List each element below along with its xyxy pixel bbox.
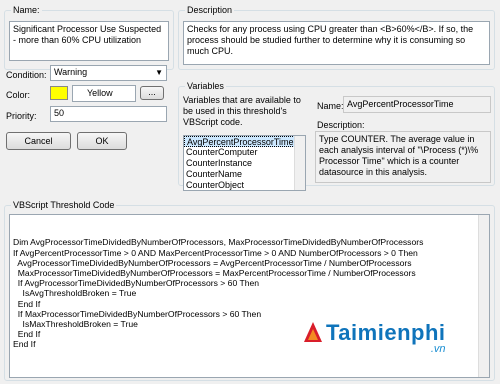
variable-description-field[interactable]: Type COUNTER. The average value in each … [315,131,491,183]
code-line: AvgProcessorTimeDividedByNumberOfProcess… [13,257,412,268]
variables-list[interactable]: AvgPercentProcessorTime CounterComputer Co… [183,135,306,191]
variable-list-item[interactable]: CounterInstance [184,158,305,169]
name-label: Name: [11,5,42,15]
priority-label: Priority: [6,111,37,121]
condition-value: Warning [54,67,88,77]
code-line: If AvgProcessorTimeDividedByNumberOfProc… [13,278,260,289]
color-value: Yellow [87,88,113,98]
priority-field[interactable]: 50 [50,106,167,122]
logo-icon [304,322,322,342]
color-field[interactable]: Yellow [72,85,136,102]
code-line: If MaxProcessorTimeDividedByNumberOfProc… [13,308,262,319]
variables-scrollbar[interactable] [294,136,305,190]
code-line: If AvgPercentProcessorTime > 0 AND MaxPe… [13,247,418,258]
watermark-text: Taimienphi [326,320,446,345]
cancel-button[interactable]: Cancel [6,132,71,150]
code-line: End If [13,298,41,309]
variable-description-label: Description: [317,120,365,130]
code-line: Dim AvgProcessorTimeDividedByNumberOfPro… [13,237,424,248]
description-field[interactable]: Checks for any process using CPU greater… [183,21,490,65]
color-swatch [50,86,68,100]
name-field[interactable]: Significant Processor Use Suspected - mo… [9,21,169,61]
variable-name-field[interactable]: AvgPercentProcessorTime [343,96,491,113]
variable-name-label: Name: [317,101,344,111]
variable-list-item[interactable]: CounterName [184,169,305,180]
chevron-down-icon: ▼ [155,68,163,77]
vbscript-label: VBScript Threshold Code [11,200,117,210]
variable-list-item[interactable]: CounterObject [184,180,305,190]
code-line: IsAvgThresholdBroken = True [13,288,137,299]
description-group: Description Checks for any process using… [178,5,495,70]
variables-group: Variables Variables that are available t… [178,81,495,191]
ok-button[interactable]: OK [77,132,127,150]
code-line: MaxProcessorTimeDividedByNumberOfProcess… [13,268,416,279]
variable-list-item[interactable]: CounterComputer [184,147,305,158]
variable-list-item[interactable]: AvgPercentProcessorTime [184,136,305,147]
name-group: Name: Significant Processor Use Suspecte… [4,5,174,70]
code-scrollbar[interactable] [478,215,489,377]
watermark-logo: Taimienphi .vn [302,320,446,360]
condition-select[interactable]: Warning ▼ [50,65,167,81]
condition-label: Condition: [6,70,47,80]
color-label: Color: [6,90,31,100]
description-label: Description [185,5,235,15]
variables-label: Variables [185,81,226,91]
variables-info-text: Variables that are available to be used … [183,95,301,127]
color-browse-button[interactable]: ... [140,86,164,100]
